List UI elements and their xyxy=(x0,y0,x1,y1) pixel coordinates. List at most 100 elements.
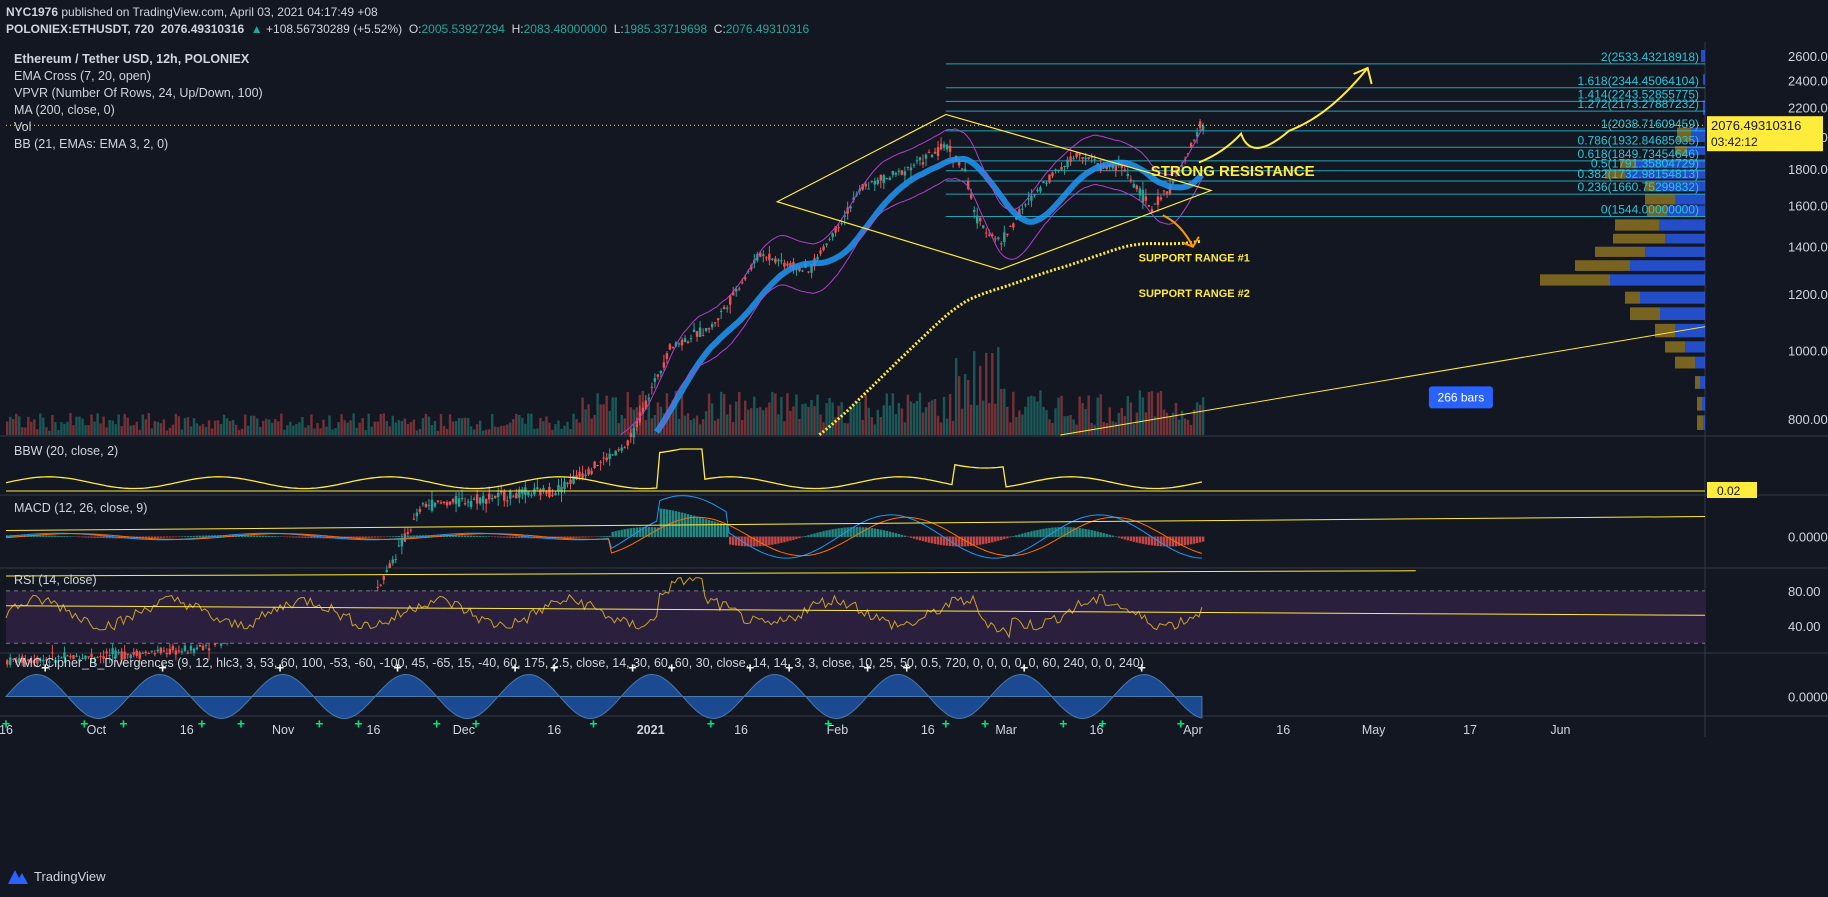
macd-histogram-bar xyxy=(936,536,940,545)
legend-ema-cross[interactable]: EMA Cross (7, 20, open) xyxy=(14,69,151,83)
volume-bar xyxy=(861,419,864,435)
candle-body xyxy=(921,162,925,165)
candle-body xyxy=(768,253,771,261)
volume-bar xyxy=(731,422,735,435)
legend-vol[interactable]: Vol xyxy=(14,120,31,134)
volume-bar xyxy=(1168,417,1172,435)
candle-body xyxy=(448,501,452,505)
fib-level-label: 2(2533.43218918) xyxy=(1601,50,1699,64)
macd-histogram-bar xyxy=(81,536,84,538)
candle-body xyxy=(900,170,904,175)
volume-bar xyxy=(379,414,382,435)
volume-bar xyxy=(337,422,340,435)
volume-bar xyxy=(1012,391,1015,435)
macd-histogram-bar xyxy=(382,536,385,538)
volume-bar xyxy=(500,425,503,435)
legend-bbw[interactable]: BBW (20, close, 2) xyxy=(14,444,118,458)
chart-area[interactable]: 2600.00000000 2400.00000000 2200.00000000 2… xyxy=(0,42,1828,862)
price-tick-label: 1800.00000000 xyxy=(1788,162,1828,177)
candle-body xyxy=(963,168,967,172)
candle-body xyxy=(979,217,982,222)
volume-bar xyxy=(725,414,729,435)
macd-histogram-bar xyxy=(1135,536,1139,543)
volume-bar xyxy=(918,392,922,435)
volume-bar xyxy=(783,421,786,435)
volume-bar xyxy=(265,418,268,435)
tradingview-logo[interactable]: TradingView xyxy=(8,869,106,884)
candle-body xyxy=(912,164,916,166)
author-name[interactable]: NYC1976 xyxy=(6,5,58,19)
candle-body xyxy=(406,532,410,534)
candle-body xyxy=(801,270,804,272)
volume-bar xyxy=(451,421,455,435)
macd-histogram-bar xyxy=(162,536,166,538)
time-tick-label: 16 xyxy=(921,723,935,737)
candle-body xyxy=(1165,191,1169,194)
volume-bar xyxy=(560,428,563,435)
macd-histogram-bar xyxy=(1180,536,1184,546)
macd-histogram-bar xyxy=(105,536,108,539)
candle-body xyxy=(686,341,690,343)
macd-histogram-bar xyxy=(1129,536,1133,542)
macd-histogram-bar xyxy=(979,536,982,545)
volume-bar xyxy=(816,394,819,435)
volume-bar xyxy=(954,357,958,435)
ema-20-line xyxy=(654,155,1205,434)
volume-bar xyxy=(1078,396,1081,435)
candle-body xyxy=(1087,157,1090,160)
vpvr-up-bar xyxy=(1700,376,1705,389)
legend-macd[interactable]: MACD (12, 26, close, 9) xyxy=(14,501,147,515)
macd-histogram-bar xyxy=(69,536,72,537)
candle-body xyxy=(1144,196,1148,201)
candle-body xyxy=(927,151,931,153)
volume-bar xyxy=(894,414,898,435)
macd-histogram-bar xyxy=(503,536,506,538)
legend-rsi[interactable]: RSI (14, close) xyxy=(14,573,97,587)
volume-bar xyxy=(704,411,708,435)
volume-bar xyxy=(786,393,789,435)
volume-bar xyxy=(472,429,476,435)
legend-title[interactable]: Ethereum / Tether USD, 12h, POLONIEX xyxy=(14,52,249,66)
macd-histogram-bar xyxy=(575,536,578,538)
legend-vpvr[interactable]: VPVR (Number Of Rows, 24, Up/Down, 100) xyxy=(14,86,263,100)
candle-body xyxy=(388,563,391,568)
macd-histogram-bar xyxy=(611,531,614,537)
vmc-cross-marker: + xyxy=(80,716,88,732)
candle-body xyxy=(186,652,190,654)
macd-histogram-bar xyxy=(1066,527,1069,537)
volume-bar xyxy=(54,422,57,435)
candle-body xyxy=(930,155,934,158)
symbol-label[interactable]: POLONIEX:ETHUSDT, 720 xyxy=(6,22,154,36)
countdown-label: 03:42:12 xyxy=(1711,135,1758,149)
volume-bar xyxy=(1135,412,1139,435)
macd-histogram-bar xyxy=(1138,536,1142,544)
volume-bar xyxy=(888,405,892,435)
candle-body xyxy=(590,470,593,475)
volume-bar xyxy=(150,428,154,435)
candle-body xyxy=(831,233,834,238)
candle-body xyxy=(972,210,976,212)
legend-vmc[interactable]: VMC Cipher_B_Divergences (9, 12, hlc3, 3… xyxy=(14,656,1144,670)
candle-body xyxy=(873,180,876,185)
volume-bar xyxy=(972,351,976,435)
macd-histogram-bar xyxy=(518,536,521,539)
candle-body xyxy=(719,311,723,313)
chart-svg[interactable]: 2600.00000000 2400.00000000 2200.00000000 2… xyxy=(0,42,1828,862)
volume-bar xyxy=(569,428,572,435)
vmc-cross-marker: + xyxy=(1098,716,1106,732)
candle-body xyxy=(825,243,828,246)
candle-body xyxy=(415,512,419,517)
candle-body xyxy=(1042,181,1045,183)
candle-body xyxy=(704,327,708,331)
macd-histogram-bar xyxy=(63,536,66,537)
macd-histogram-bar xyxy=(623,529,626,537)
volume-bar xyxy=(846,423,849,435)
macd-histogram-bar xyxy=(497,536,500,538)
legend-bb[interactable]: BB (21, EMAs: EMA 3, 2, 0) xyxy=(14,137,168,151)
legend-ma[interactable]: MA (200, close, 0) xyxy=(14,103,115,117)
volume-bar xyxy=(599,404,602,435)
time-tick-label: 2021 xyxy=(637,723,665,737)
macd-histogram-bar xyxy=(1108,534,1111,537)
high-label: H: xyxy=(511,22,524,36)
macd-histogram-bar xyxy=(286,536,289,538)
